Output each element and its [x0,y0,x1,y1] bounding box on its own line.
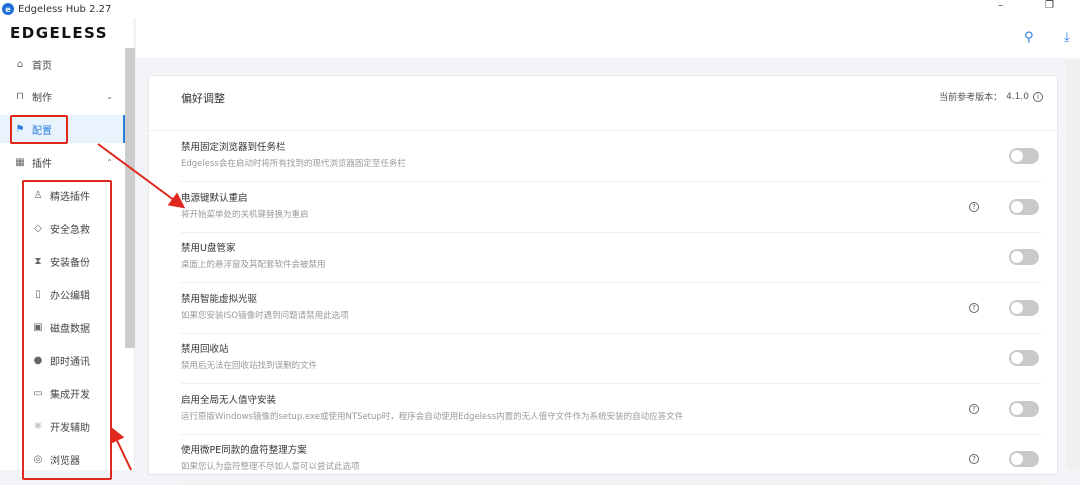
annotation-arrow [109,426,133,470]
annotation-arrow [97,143,186,209]
annotation-arrows [97,143,186,470]
